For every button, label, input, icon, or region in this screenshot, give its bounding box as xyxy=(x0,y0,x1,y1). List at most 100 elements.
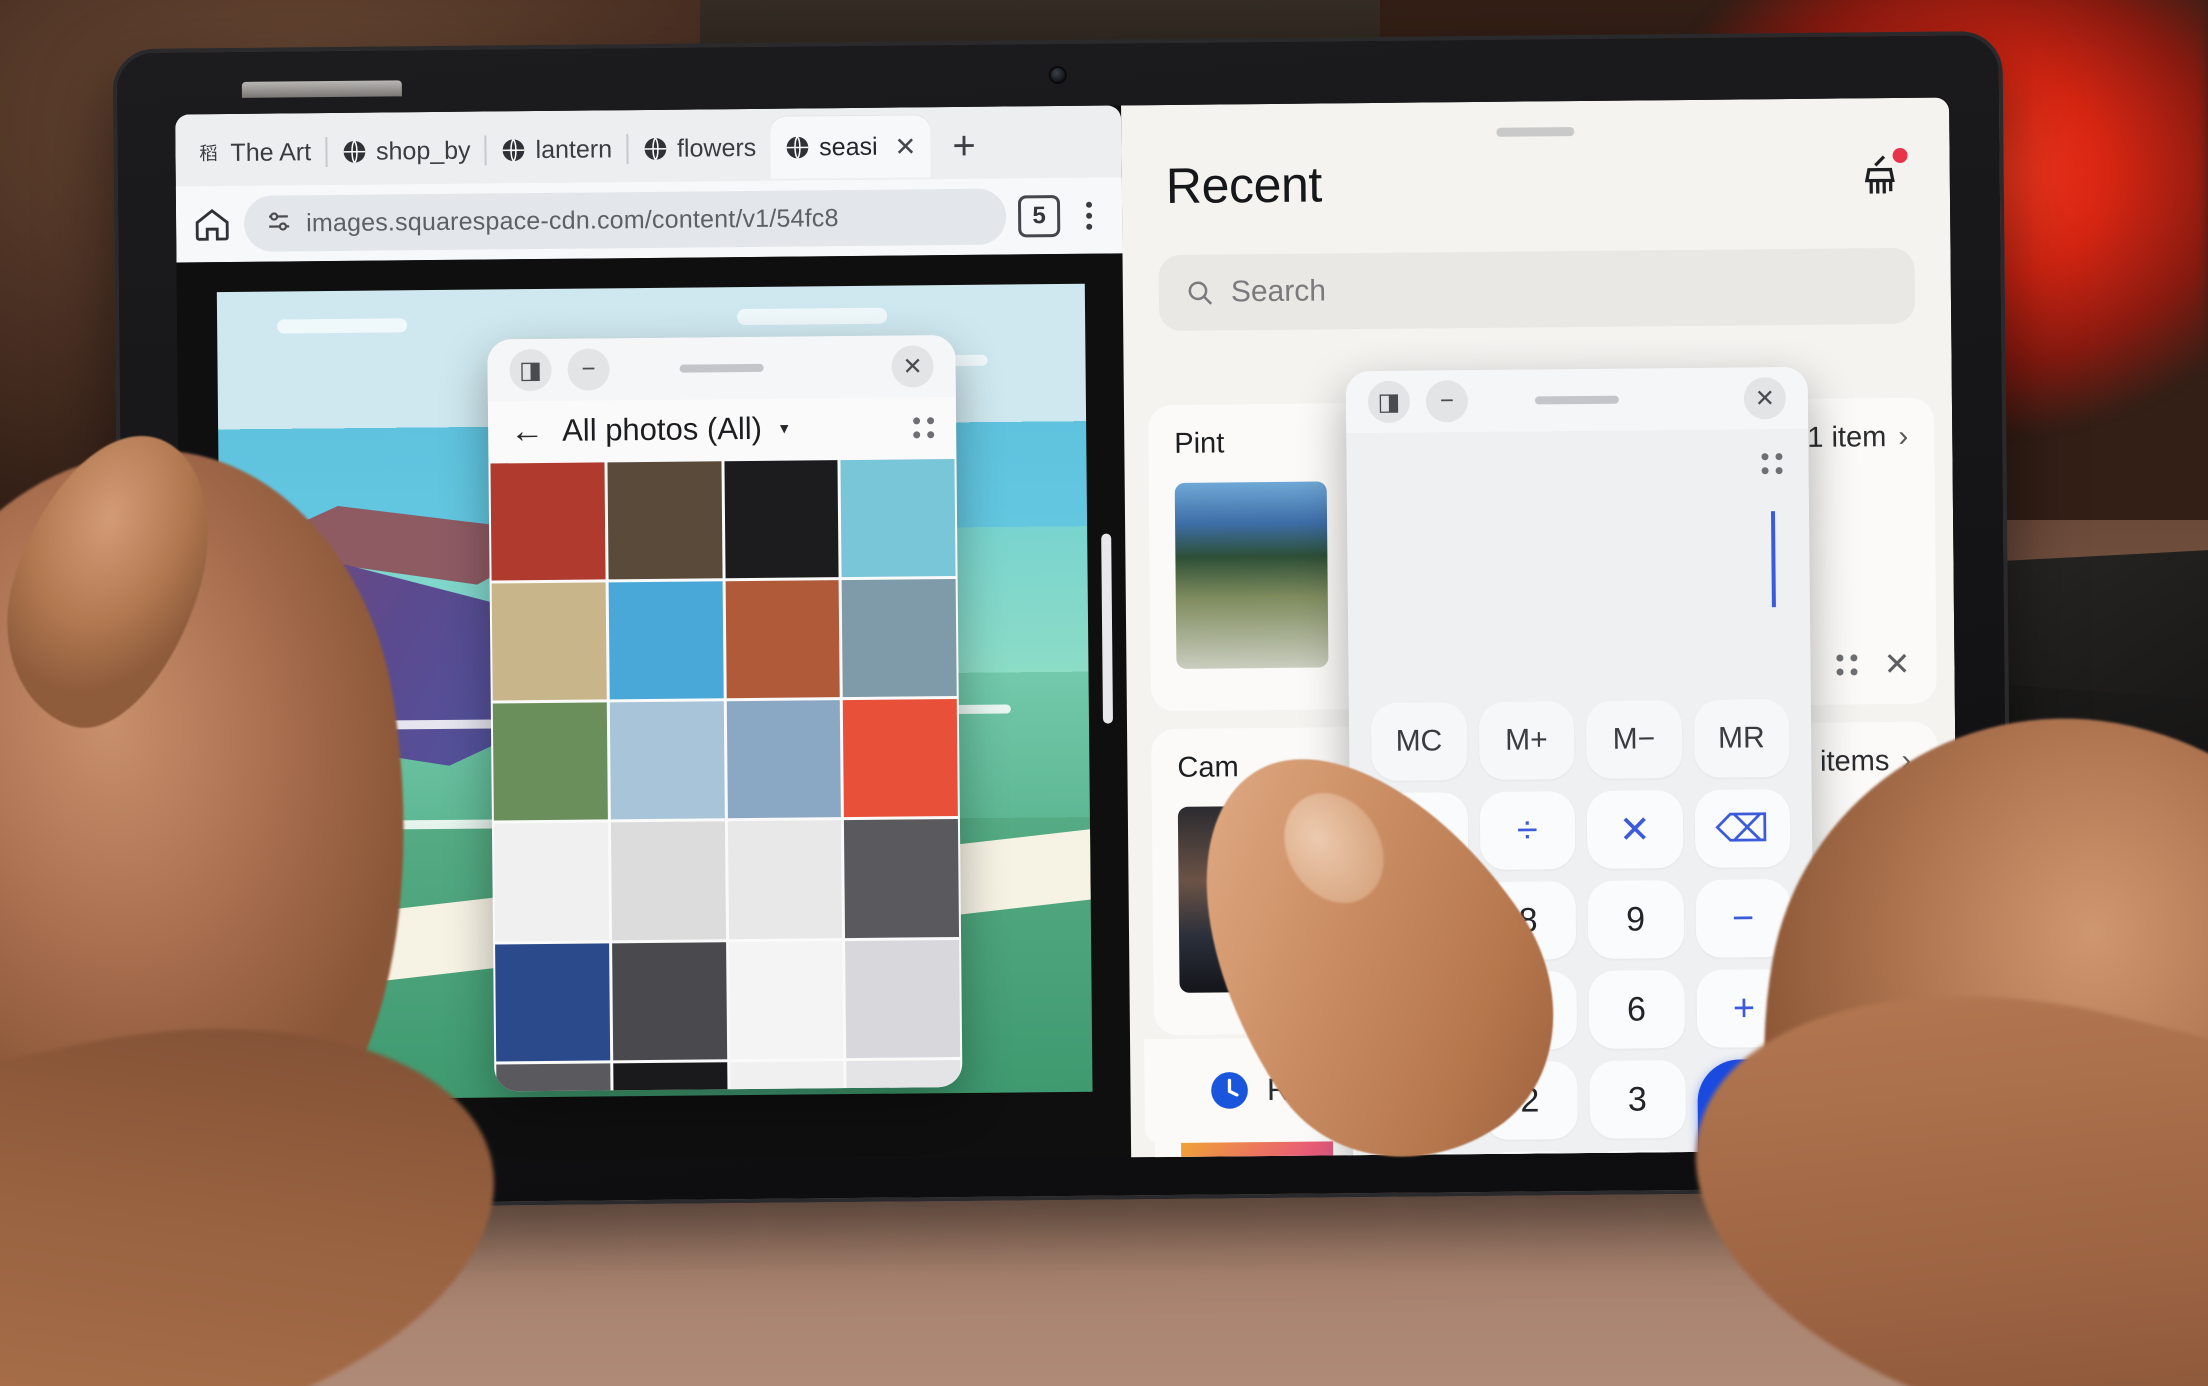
notification-badge xyxy=(1892,147,1908,164)
digit-6-key[interactable]: 6 xyxy=(1588,970,1685,1049)
browser-tab-0[interactable]: 稻 The Art xyxy=(181,121,325,184)
multiply-key[interactable]: ✕ xyxy=(1586,790,1683,869)
home-icon[interactable] xyxy=(192,204,232,244)
photo-scene: 稻 The Art shop_by lantern flowers seasi … xyxy=(0,0,2208,1386)
photo-thumbnail[interactable] xyxy=(841,579,957,698)
browser-tabstrip: 稻 The Art shop_by lantern flowers seasi … xyxy=(175,105,1122,186)
photo-thumbnail[interactable] xyxy=(725,580,840,699)
close-icon[interactable]: ✕ xyxy=(1883,646,1910,682)
four-dot-handle-icon[interactable] xyxy=(913,416,935,438)
memory-recall-key[interactable]: MR xyxy=(1693,699,1790,778)
chinese-char-favicon: 稻 xyxy=(195,140,221,166)
close-window-icon[interactable]: ✕ xyxy=(1743,377,1787,420)
browser-tab-1[interactable]: shop_by xyxy=(327,120,485,184)
tablet-device: 稻 The Art shop_by lantern flowers seasi … xyxy=(112,30,2014,1210)
pane-grab-handle[interactable] xyxy=(1496,127,1575,137)
memory-subtract-key[interactable]: M− xyxy=(1585,700,1683,779)
browser-tab-4-active[interactable]: seasi ✕ xyxy=(769,115,931,179)
photo-thumbnail[interactable] xyxy=(726,700,842,819)
page-title: Recent xyxy=(1165,156,1323,214)
front-camera xyxy=(1048,65,1067,85)
decimal-point-key[interactable]: · xyxy=(1590,1150,1687,1167)
broom-icon xyxy=(1854,155,1906,206)
globe-icon xyxy=(500,137,526,163)
photo-thumbnail[interactable] xyxy=(609,701,725,820)
gallery-title[interactable]: All photos (All) xyxy=(562,411,762,449)
clock-icon xyxy=(1207,1068,1251,1112)
browser-toolbar: images.squarespace-cdn.com/content/v1/54… xyxy=(175,177,1123,263)
photo-thumbnail[interactable] xyxy=(612,1062,728,1092)
calculator-display[interactable] xyxy=(1346,428,1811,704)
text-cursor xyxy=(1770,511,1776,608)
browser-chrome: 稻 The Art shop_by lantern flowers seasi … xyxy=(175,105,1123,263)
address-bar-url: images.squarespace-cdn.com/content/v1/54… xyxy=(306,203,839,237)
gallery-floating-window: ◨ − ✕ ← All photos (All) ▾ xyxy=(487,335,963,1092)
browser-tab-2[interactable]: lantern xyxy=(486,118,626,181)
calculator-window-titlebar[interactable]: ◨ − ✕ xyxy=(1345,366,1809,434)
browser-tab-label: flowers xyxy=(676,133,757,163)
photo-thumbnail[interactable] xyxy=(491,582,607,701)
tune-icon[interactable] xyxy=(264,206,294,241)
browser-tab-label: The Art xyxy=(230,137,312,167)
four-dot-handle-icon[interactable] xyxy=(1836,653,1858,676)
photo-thumbnail[interactable] xyxy=(611,941,727,1061)
photo-thumbnail[interactable] xyxy=(727,820,843,939)
photo-thumbnail[interactable] xyxy=(723,460,839,579)
four-dot-handle-icon[interactable] xyxy=(1761,453,1783,475)
close-tab-icon[interactable]: ✕ xyxy=(894,131,916,162)
memory-clear-key[interactable]: MC xyxy=(1370,702,1468,782)
window-drag-handle[interactable] xyxy=(679,363,764,373)
backspace-key[interactable]: ⌫ xyxy=(1694,789,1791,868)
new-tab-button[interactable]: + xyxy=(930,123,998,169)
photo-grid xyxy=(488,459,962,1092)
digit-9-key[interactable]: 9 xyxy=(1587,880,1684,959)
photo-thumbnail[interactable] xyxy=(490,462,606,581)
close-window-icon[interactable]: ✕ xyxy=(891,345,934,388)
photo-thumbnail[interactable] xyxy=(728,940,844,1060)
photo-thumbnail[interactable] xyxy=(845,939,961,1058)
globe-icon xyxy=(341,139,367,165)
gallery-header: ← All photos (All) ▾ xyxy=(488,397,957,463)
photo-thumbnail[interactable] xyxy=(495,942,610,1062)
digit-0-key[interactable]: 0 xyxy=(1482,1151,1579,1167)
photo-thumbnail[interactable] xyxy=(496,1063,612,1092)
fullscreen-icon[interactable]: ◨ xyxy=(509,348,552,392)
photo-thumbnail[interactable] xyxy=(608,581,724,700)
svg-text:稻: 稻 xyxy=(199,143,218,164)
tablet-screen: 稻 The Art shop_by lantern flowers seasi … xyxy=(175,97,1960,1167)
photo-thumbnail[interactable] xyxy=(840,459,956,578)
cleanup-button[interactable] xyxy=(1854,147,1908,202)
search-input[interactable]: Search xyxy=(1158,247,1916,332)
photo-thumbnail[interactable] xyxy=(607,461,723,580)
photo-thumbnail[interactable] xyxy=(493,822,609,942)
browser-tab-label: seasi xyxy=(819,132,878,161)
file-group-count: 1 item › xyxy=(1807,419,1909,454)
browser-tab-3[interactable]: flowers xyxy=(628,117,771,180)
minimize-icon[interactable]: − xyxy=(1425,380,1469,423)
digit-3-key[interactable]: 3 xyxy=(1589,1060,1686,1139)
photo-thumbnail[interactable] xyxy=(492,702,608,821)
search-icon xyxy=(1185,278,1215,308)
divide-key[interactable]: ÷ xyxy=(1479,791,1576,871)
file-thumbnail[interactable] xyxy=(1174,481,1329,669)
tab-count-button[interactable]: 5 xyxy=(1017,195,1061,238)
globe-icon xyxy=(642,136,668,162)
chevron-down-icon[interactable]: ▾ xyxy=(780,419,789,439)
fullscreen-icon[interactable]: ◨ xyxy=(1367,380,1411,424)
globe-icon xyxy=(784,134,810,160)
memory-add-key[interactable]: M+ xyxy=(1478,701,1575,781)
address-bar[interactable]: images.squarespace-cdn.com/content/v1/54… xyxy=(243,188,1007,252)
three-dot-menu-icon[interactable] xyxy=(1072,201,1106,230)
photo-thumbnail[interactable] xyxy=(729,1060,845,1092)
gallery-window-titlebar[interactable]: ◨ − ✕ xyxy=(487,335,956,402)
page-scrollbar[interactable] xyxy=(1101,533,1113,724)
browser-tab-label: shop_by xyxy=(375,136,471,166)
photo-thumbnail[interactable] xyxy=(610,821,726,940)
window-drag-handle[interactable] xyxy=(1534,395,1619,405)
back-arrow-icon[interactable]: ← xyxy=(510,412,544,450)
photo-thumbnail[interactable] xyxy=(843,699,958,818)
minimize-icon[interactable]: − xyxy=(567,348,610,391)
photo-thumbnail[interactable] xyxy=(844,819,960,938)
files-header: Recent xyxy=(1121,97,1950,215)
browser-tab-label: lantern xyxy=(535,134,613,164)
